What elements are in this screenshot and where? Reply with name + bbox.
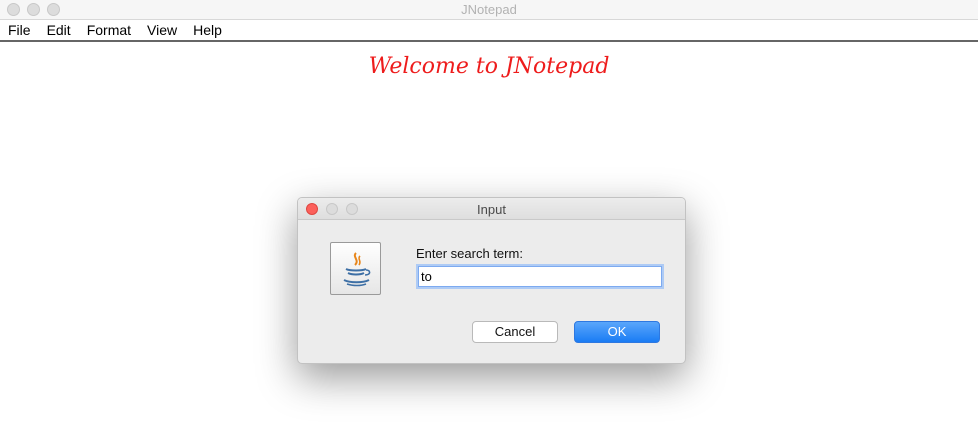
menu-edit[interactable]: Edit [39, 20, 79, 40]
window-titlebar: JNotepad [0, 0, 978, 20]
menu-format[interactable]: Format [79, 20, 139, 40]
menu-bar: File Edit Format View Help [0, 20, 978, 42]
menu-help[interactable]: Help [185, 20, 230, 40]
cancel-button[interactable]: Cancel [472, 321, 558, 343]
menu-file[interactable]: File [0, 20, 39, 40]
dialog-title: Input [477, 202, 506, 217]
ok-button[interactable]: OK [574, 321, 660, 343]
dialog-titlebar: Input [298, 198, 685, 220]
search-term-input[interactable] [418, 266, 662, 287]
menu-view[interactable]: View [139, 20, 185, 40]
java-coffee-cup-icon [330, 242, 381, 295]
search-prompt-label: Enter search term: [416, 246, 523, 261]
welcome-text: Welcome to JNotepad [368, 54, 610, 79]
window-title: JNotepad [461, 2, 517, 17]
input-dialog: Input Enter search term: Cancel OK [297, 197, 686, 364]
